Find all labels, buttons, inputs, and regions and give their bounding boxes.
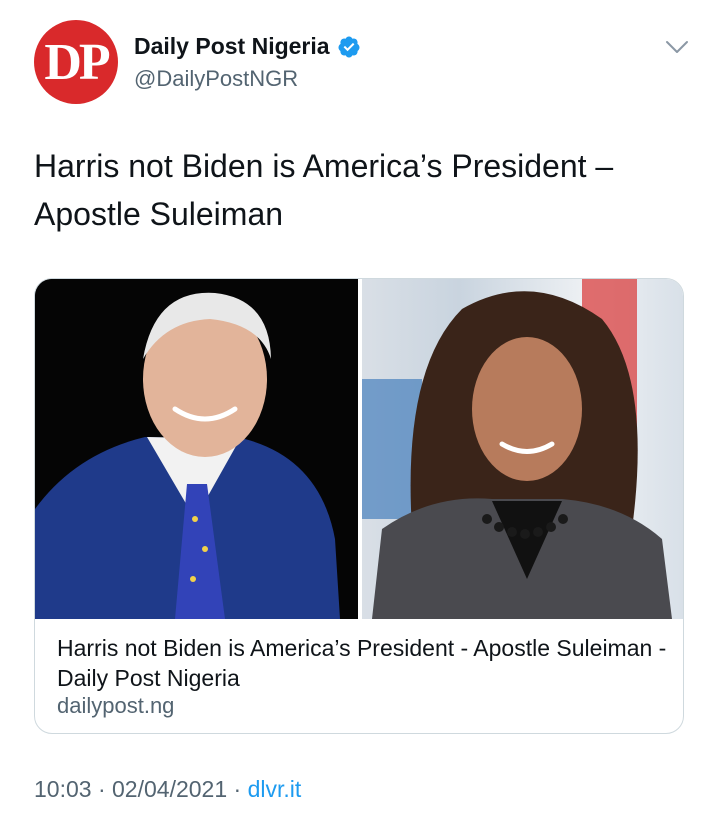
avatar[interactable]: DP	[34, 20, 118, 104]
chevron-down-icon[interactable]	[664, 36, 690, 58]
avatar-logo-text: DP	[44, 34, 110, 91]
display-name[interactable]: Daily Post Nigeria	[134, 33, 330, 60]
account-handle[interactable]: @DailyPostNGR	[134, 66, 298, 92]
meta-separator: ·	[91, 776, 113, 802]
meta-separator: ·	[227, 776, 248, 802]
verified-badge-icon	[338, 36, 360, 57]
card-image[interactable]	[35, 279, 683, 619]
card-domain[interactable]: dailypost.ng	[57, 693, 174, 719]
link-preview-card[interactable]: Harris not Biden is America’s President …	[34, 278, 684, 734]
card-title[interactable]: Harris not Biden is America’s President …	[57, 633, 667, 693]
tweet-text: Harris not Biden is America’s President …	[34, 148, 614, 232]
tweet-time[interactable]: 10:03	[34, 776, 92, 802]
tweet-source-link[interactable]: dlvr.it	[248, 776, 302, 802]
card-image-right-portrait	[362, 279, 683, 619]
account-name-row[interactable]: Daily Post Nigeria	[134, 33, 361, 60]
tweet-meta: 10:03 · 02/04/2021 · dlvr.it	[34, 776, 301, 803]
tweet-date[interactable]: 02/04/2021	[112, 776, 227, 802]
card-image-left-portrait	[35, 279, 358, 619]
